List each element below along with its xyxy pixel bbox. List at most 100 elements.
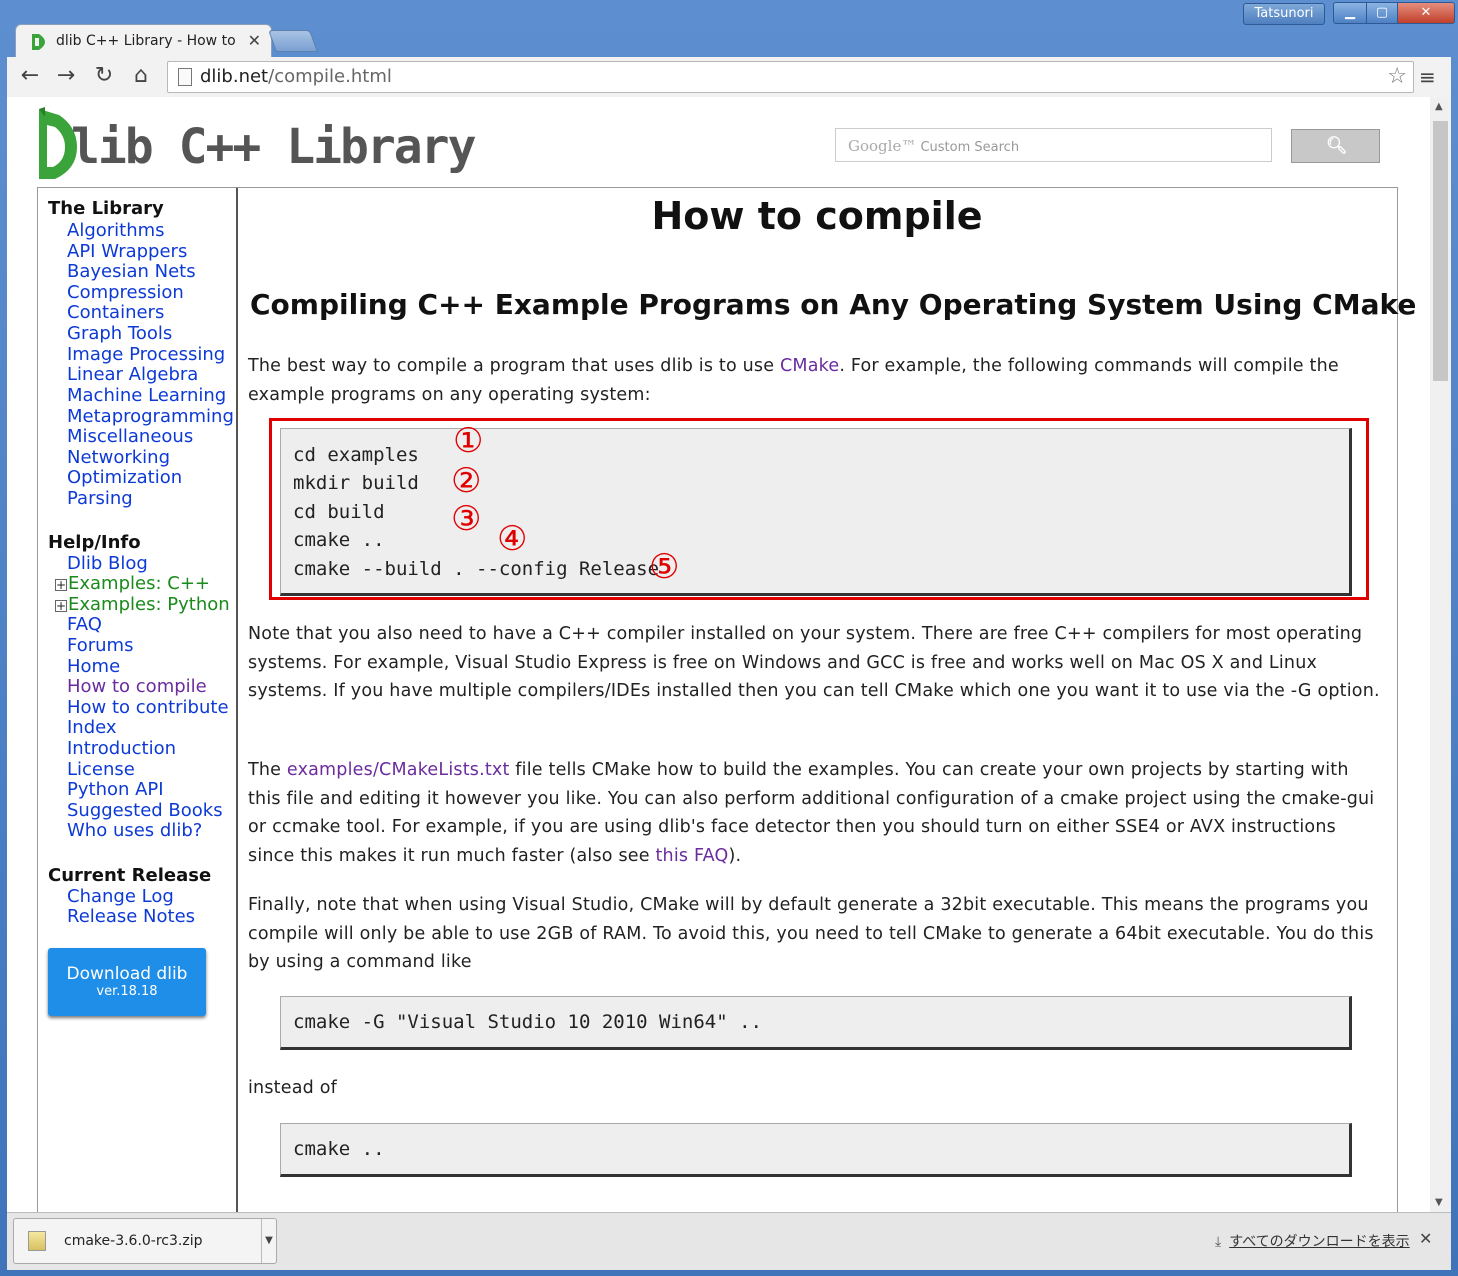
sidebar-item-graph-tools[interactable]: Graph Tools [67, 323, 172, 344]
chevron-down-icon[interactable]: ▼ [261, 1219, 276, 1263]
sidebar-heading-release: Current Release [48, 865, 212, 886]
sidebar-item-index[interactable]: Index [67, 717, 117, 738]
profile-name[interactable]: Tatsunori [1243, 3, 1325, 25]
page-icon [178, 68, 192, 86]
main-content: How to compile Compiling C++ Example Pro… [237, 187, 1416, 1212]
step-marker-4: ④ [497, 519, 528, 559]
page-viewport: lib C++ Library Google™ Custom Search 🔍︎… [7, 97, 1430, 1212]
zip-file-icon [28, 1231, 46, 1251]
search-icon: 🔍︎ [1326, 136, 1348, 156]
sidebar-heading-library: The Library [48, 198, 164, 219]
sidebar-item-faq[interactable]: FAQ [67, 614, 102, 635]
sidebar-item-networking[interactable]: Networking [67, 447, 170, 468]
cmakelists-link[interactable]: examples/CMakeLists.txt [287, 760, 510, 780]
cmakelists-paragraph: The examples/CMakeLists.txt file tells C… [248, 760, 1375, 866]
home-icon[interactable]: ⌂ [126, 63, 156, 88]
download-label: Download dlib [66, 964, 188, 984]
search-placeholder: Google™ Custom Search [848, 137, 1020, 155]
sidebar-item-linear-algebra[interactable]: Linear Algebra [67, 364, 198, 385]
page-title: How to compile [651, 194, 983, 238]
cmake-link[interactable]: CMake [780, 356, 839, 376]
dlib-favicon-icon [32, 34, 45, 50]
download-shelf: cmake-3.6.0-rc3.zip ▼ ⤓ すべてのダウンロードを表示 ✕ [7, 1212, 1451, 1270]
search-button[interactable]: 🔍︎ [1291, 129, 1380, 163]
sidebar-item-compression[interactable]: Compression [67, 282, 184, 303]
sidebar-item-algorithms[interactable]: Algorithms [67, 220, 165, 241]
scroll-down-icon[interactable]: ▼ [1435, 1197, 1443, 1208]
vs64-code: cmake -G "Visual Studio 10 2010 Win64" .… [280, 996, 1352, 1050]
section-title: Compiling C++ Example Programs on Any Op… [250, 288, 1417, 321]
faq-link[interactable]: this FAQ [656, 846, 729, 866]
tab-title: dlib C++ Library - How to [56, 33, 236, 49]
sidebar-item-who-uses-dlib[interactable]: Who uses dlib? [67, 820, 202, 841]
sidebar-item-examples-cpp[interactable]: + Examples: C++ [55, 573, 210, 594]
title-bar: Tatsunori ▁ ▢ ✕ dlib C++ Library - How t… [0, 0, 1458, 59]
vertical-scrollbar[interactable]: ▲ ▼ [1430, 97, 1451, 1212]
sidebar-item-metaprogramming[interactable]: Metaprogramming [67, 406, 234, 427]
code-line: cmake -G "Visual Studio 10 2010 Win64" .… [293, 1011, 762, 1033]
close-window-button[interactable]: ✕ [1397, 2, 1455, 24]
sidebar-item-python-api[interactable]: Python API [67, 779, 164, 800]
step-marker-1: ① [453, 421, 484, 461]
browser-toolbar: ← → ↻ ⌂ dlib.net/compile.html ☆ ≡ [7, 57, 1451, 97]
sidebar-item-examples-python[interactable]: + Examples: Python [55, 594, 230, 615]
highlight-box [269, 418, 1369, 600]
step-marker-5: ⑤ [649, 547, 680, 587]
show-all-downloads-link[interactable]: ⤓ すべてのダウンロードを表示 [1215, 1231, 1410, 1251]
sidebar-item-introduction[interactable]: Introduction [67, 738, 176, 759]
url-text[interactable]: dlib.net/compile.html [200, 66, 392, 87]
forward-icon[interactable]: → [51, 63, 81, 88]
download-version: ver.18.18 [96, 984, 158, 999]
sidebar-item-image-processing[interactable]: Image Processing [67, 344, 225, 365]
download-file-name: cmake-3.6.0-rc3.zip [64, 1233, 203, 1249]
minimize-button[interactable]: ▁ [1333, 2, 1367, 24]
close-shelf-icon[interactable]: ✕ [1419, 1229, 1432, 1248]
back-icon[interactable]: ← [15, 63, 45, 88]
visual-studio-paragraph: Finally, note that when using Visual Stu… [248, 895, 1374, 972]
sidebar: The Library Algorithms API Wrappers Baye… [37, 187, 238, 1212]
sidebar-item-api-wrappers[interactable]: API Wrappers [67, 241, 187, 262]
sidebar-item-home[interactable]: Home [67, 656, 120, 677]
search-input[interactable]: Google™ Custom Search [835, 128, 1272, 162]
sidebar-item-change-log[interactable]: Change Log [67, 886, 174, 907]
logo-text: lib C++ Library [71, 119, 476, 175]
sidebar-item-machine-learning[interactable]: Machine Learning [67, 385, 226, 406]
sidebar-item-bayesian-nets[interactable]: Bayesian Nets [67, 261, 196, 282]
code-line: cmake .. [293, 1138, 385, 1160]
sidebar-item-how-to-compile[interactable]: How to compile [67, 676, 207, 697]
address-bar[interactable]: dlib.net/compile.html ☆ [167, 61, 1414, 93]
sidebar-heading-help: Help/Info [48, 532, 141, 553]
download-item[interactable]: cmake-3.6.0-rc3.zip ▼ [13, 1218, 277, 1264]
sidebar-item-license[interactable]: License [67, 759, 135, 780]
step-marker-3: ③ [451, 499, 482, 539]
sidebar-item-suggested-books[interactable]: Suggested Books [67, 800, 223, 821]
dlib-logo[interactable]: lib C++ Library [37, 107, 476, 182]
menu-icon[interactable]: ≡ [1419, 65, 1436, 89]
sidebar-item-containers[interactable]: Containers [67, 302, 164, 323]
maximize-button[interactable]: ▢ [1366, 2, 1398, 24]
browser-window: Tatsunori ▁ ▢ ✕ dlib C++ Library - How t… [0, 0, 1458, 1276]
tab-active[interactable]: dlib C++ Library - How to ✕ [15, 24, 272, 59]
tab-close-icon[interactable]: ✕ [248, 31, 261, 50]
compiler-note-paragraph: Note that you also need to have a C++ co… [248, 624, 1380, 701]
download-icon: ⤓ [1215, 1234, 1222, 1250]
sidebar-item-miscellaneous[interactable]: Miscellaneous [67, 426, 193, 447]
step-marker-2: ② [451, 461, 482, 501]
cmake-default-code: cmake .. [280, 1123, 1352, 1177]
instead-of-text: instead of [248, 1078, 337, 1098]
sidebar-item-how-to-contribute[interactable]: How to contribute [67, 697, 229, 718]
scrollbar-thumb[interactable] [1433, 121, 1448, 381]
bookmark-star-icon[interactable]: ☆ [1387, 64, 1407, 89]
sidebar-item-dlib-blog[interactable]: Dlib Blog [67, 553, 148, 574]
scroll-up-icon[interactable]: ▲ [1435, 101, 1443, 112]
download-dlib-button[interactable]: Download dlib ver.18.18 [48, 948, 206, 1016]
new-tab-button[interactable] [267, 30, 319, 52]
reload-icon[interactable]: ↻ [89, 63, 119, 88]
expand-icon[interactable]: + [55, 579, 67, 591]
sidebar-item-forums[interactable]: Forums [67, 635, 133, 656]
intro-paragraph: The best way to compile a program that u… [248, 356, 1339, 405]
sidebar-item-optimization[interactable]: Optimization [67, 467, 182, 488]
expand-icon[interactable]: + [55, 600, 67, 612]
sidebar-item-parsing[interactable]: Parsing [67, 488, 133, 509]
sidebar-item-release-notes[interactable]: Release Notes [67, 906, 195, 927]
